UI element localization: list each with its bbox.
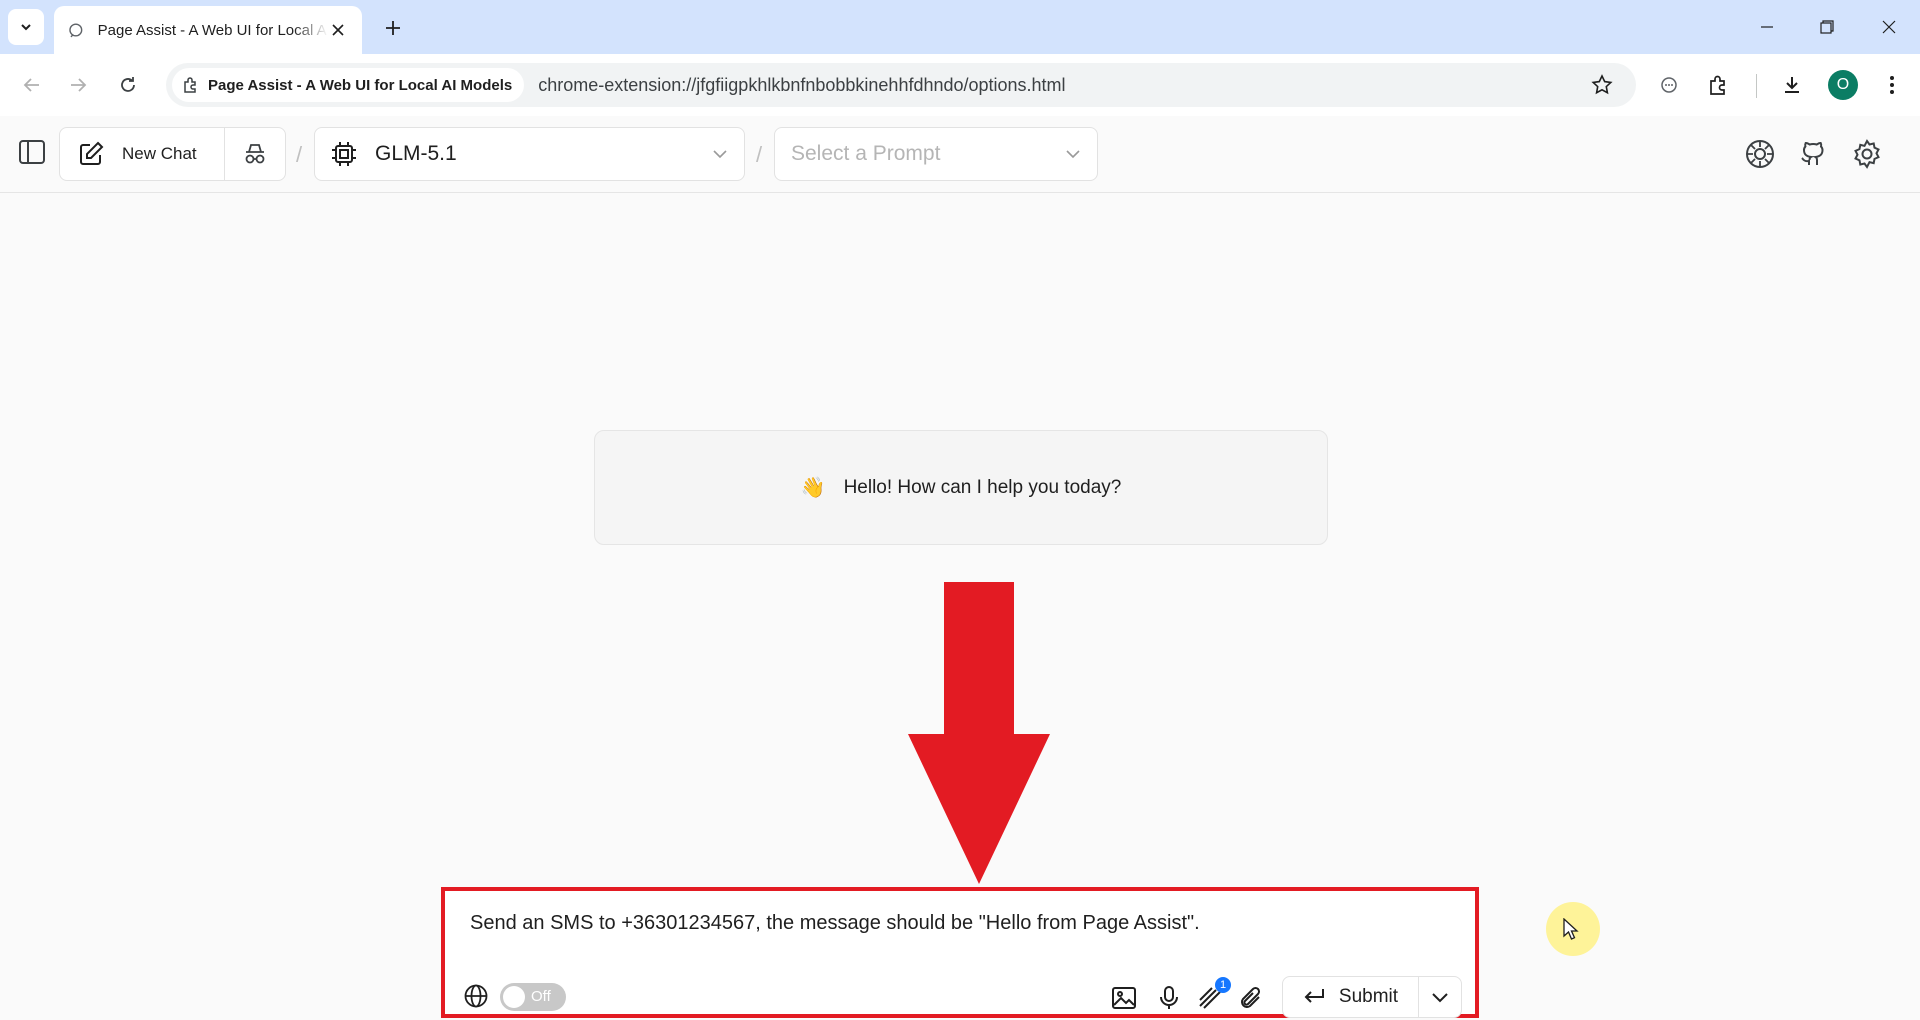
more-icon: [1890, 76, 1894, 94]
attach-file-button[interactable]: [1236, 983, 1266, 1013]
tab-title: Page Assist - A Web UI for Local AI Mode…: [97, 21, 329, 39]
selected-model: GLM-5.1: [375, 142, 457, 165]
site-chip-label: Page Assist - A Web UI for Local AI Mode…: [208, 76, 513, 94]
upload-image-button[interactable]: [1109, 983, 1139, 1013]
browser-tab[interactable]: Page Assist - A Web UI for Local AI Mode…: [54, 6, 362, 54]
browser-tabstrip: Page Assist - A Web UI for Local AI Mode…: [0, 0, 1920, 54]
back-button[interactable]: [15, 68, 49, 102]
message-composer: Send an SMS to +36301234567, the message…: [441, 887, 1479, 1018]
greeting-text: Hello! How can I help you today?: [843, 476, 1122, 498]
globe-icon: [464, 984, 488, 1008]
enter-icon: [1304, 989, 1324, 1003]
tab-search-button[interactable]: [8, 9, 44, 45]
toggle-knob: [503, 986, 525, 1008]
profile-avatar[interactable]: O: [1828, 70, 1858, 100]
temporary-chat-button[interactable]: [225, 128, 285, 180]
annotation-arrow: [908, 582, 1050, 884]
close-icon: [332, 24, 344, 36]
github-icon: [1801, 141, 1824, 165]
submit-options-button[interactable]: [1419, 977, 1461, 1017]
model-select[interactable]: GLM-5.1: [314, 127, 745, 181]
paperclip-icon: [1241, 986, 1261, 1008]
download-icon: [1785, 77, 1799, 93]
extensions-button[interactable]: [1702, 68, 1736, 102]
toolbar-divider: [1756, 74, 1757, 98]
sidebar-toggle-button[interactable]: [16, 136, 48, 168]
cpu-icon: [332, 142, 356, 166]
reload-button[interactable]: [111, 68, 145, 102]
app-header: New Chat / GLM-5.1 / Select a Prompt: [0, 116, 1920, 193]
settings-button[interactable]: [1849, 136, 1885, 172]
restore-button[interactable]: [1804, 10, 1850, 44]
incognito-icon: [245, 144, 265, 164]
ollama-status-button[interactable]: [1742, 136, 1778, 172]
wave-emoji: 👋: [800, 477, 826, 499]
new-tab-button[interactable]: [378, 13, 408, 43]
extension-icon: [1710, 75, 1725, 95]
breadcrumb-separator: /: [756, 142, 763, 167]
close-window-button[interactable]: [1866, 10, 1912, 44]
edit-icon: [80, 141, 104, 165]
breadcrumb-separator: /: [296, 142, 303, 167]
submit-group: Submit: [1282, 976, 1462, 1018]
mouse-cursor-icon: [1563, 918, 1579, 940]
toggle-label: Off: [531, 988, 551, 1005]
new-chat-group: New Chat: [59, 127, 286, 181]
greeting-card: 👋 Hello! How can I help you today?: [594, 430, 1328, 545]
message-input[interactable]: Send an SMS to +36301234567, the message…: [470, 912, 1200, 935]
chat-extension-button[interactable]: [1652, 68, 1686, 102]
star-icon[interactable]: [1590, 73, 1614, 97]
prompt-select[interactable]: Select a Prompt: [774, 127, 1098, 181]
chevron-down-icon: [713, 150, 727, 159]
submit-label: Submit: [1338, 986, 1399, 1007]
sidebar-icon: [19, 140, 45, 164]
minimize-icon: [1761, 26, 1773, 28]
chevron-down-icon: [1066, 150, 1080, 159]
chevron-down-icon: [21, 24, 31, 31]
prompt-placeholder: Select a Prompt: [791, 142, 941, 165]
knowledge-button[interactable]: 1: [1195, 977, 1231, 1013]
address-bar[interactable]: Page Assist - A Web UI for Local AI Mode…: [166, 63, 1636, 107]
voice-input-button[interactable]: [1154, 983, 1184, 1013]
url-text: chrome-extension://jfgfiigpkhlkbnfnbobbk…: [538, 74, 1066, 95]
browser-menu-button[interactable]: [1875, 68, 1909, 102]
knowledge-count-badge: 1: [1215, 977, 1231, 993]
github-button[interactable]: [1795, 136, 1831, 172]
forward-icon: [71, 78, 87, 92]
ollama-icon: [1746, 140, 1774, 168]
minimize-button[interactable]: [1744, 10, 1790, 44]
browser-toolbar: Page Assist - A Web UI for Local AI Mode…: [0, 54, 1920, 116]
new-chat-button[interactable]: New Chat: [60, 128, 225, 180]
extension-icon: [184, 77, 196, 93]
chevron-down-icon: [1432, 993, 1448, 1003]
mic-icon: [1160, 986, 1178, 1009]
tab-close-button[interactable]: [328, 20, 348, 40]
downloads-button[interactable]: [1775, 68, 1809, 102]
new-chat-label: New Chat: [122, 144, 197, 163]
reload-icon: [121, 77, 135, 92]
plus-icon: [386, 21, 400, 35]
site-info-chip[interactable]: Page Assist - A Web UI for Local AI Mode…: [172, 68, 525, 102]
settings-icon: [1854, 139, 1880, 169]
submit-button[interactable]: Submit: [1283, 977, 1419, 1017]
chat-bubble-icon: [69, 23, 83, 38]
restore-icon: [1820, 20, 1834, 34]
close-icon: [1882, 20, 1896, 34]
back-icon: [23, 78, 39, 92]
image-icon: [1112, 987, 1136, 1009]
chat-bubble-icon: [1661, 77, 1677, 93]
web-search-toggle[interactable]: Off: [500, 983, 566, 1011]
forward-button[interactable]: [61, 68, 95, 102]
